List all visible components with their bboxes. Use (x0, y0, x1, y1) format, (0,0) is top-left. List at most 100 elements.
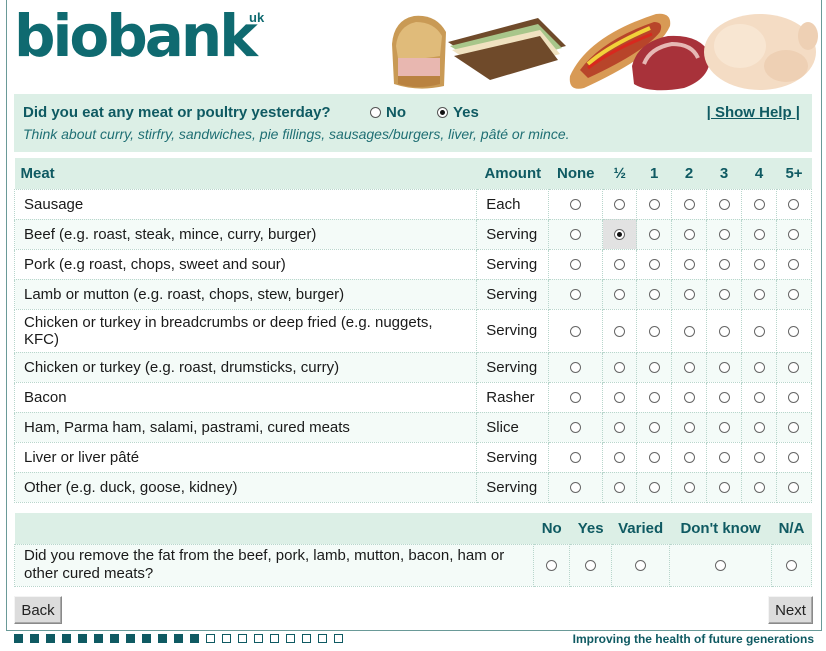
amount-radio[interactable] (683, 392, 695, 404)
amount-radio[interactable] (614, 392, 626, 404)
amount-radio[interactable] (718, 482, 730, 494)
amount-radio[interactable] (788, 199, 800, 211)
fat-radio-varied[interactable] (635, 560, 647, 572)
amount-radio[interactable] (788, 229, 800, 241)
amount-radio[interactable] (788, 362, 800, 374)
amount-radio[interactable] (718, 259, 730, 271)
amount-radio[interactable] (753, 199, 765, 211)
amount-radio[interactable] (718, 229, 730, 241)
amount-radio[interactable] (788, 482, 800, 494)
amount-radio[interactable] (570, 482, 582, 494)
amount-radio[interactable] (570, 199, 582, 211)
amount-radio[interactable] (788, 452, 800, 464)
amount-radio[interactable] (570, 392, 582, 404)
fat-radio-dont-know[interactable] (715, 560, 727, 572)
amount-radio[interactable] (718, 325, 730, 337)
amount-radio[interactable] (683, 229, 695, 241)
amount-cell (775, 471, 813, 503)
amount-cell (636, 218, 673, 250)
amount-cell (548, 441, 604, 473)
amount-radio[interactable] (570, 289, 582, 301)
amount-radio[interactable] (648, 422, 660, 434)
amount-radio[interactable] (788, 325, 800, 337)
table-row: Beef (e.g. roast, steak, mince, curry, b… (13, 218, 813, 250)
amount-radio[interactable] (683, 422, 695, 434)
amount-radio[interactable] (614, 452, 626, 464)
progress-step (190, 634, 199, 643)
amount-radio[interactable] (718, 392, 730, 404)
amount-radio[interactable] (570, 422, 582, 434)
amount-radio[interactable] (614, 199, 626, 211)
amount-radio[interactable] (718, 422, 730, 434)
amount-radio[interactable] (570, 259, 582, 271)
fat-question: Did you remove the fat from the beef, po… (13, 543, 535, 587)
option-yes-label: Yes (453, 104, 479, 121)
amount-radio[interactable] (648, 325, 660, 337)
amount-radio[interactable] (614, 289, 626, 301)
amount-radio[interactable] (753, 392, 765, 404)
amount-radio[interactable] (683, 362, 695, 374)
amount-radio[interactable] (648, 199, 660, 211)
radio-yes[interactable] (437, 107, 448, 118)
amount-radio[interactable] (718, 289, 730, 301)
meat-item: Sausage (13, 188, 478, 220)
option-no[interactable]: No (370, 104, 406, 121)
amount-radio[interactable] (648, 229, 660, 241)
amount-radio[interactable] (718, 199, 730, 211)
progress-step (206, 634, 215, 643)
amount-radio[interactable] (614, 325, 626, 337)
amount-radio[interactable] (788, 259, 800, 271)
amount-radio[interactable] (648, 452, 660, 464)
amount-radio[interactable] (788, 289, 800, 301)
next-button[interactable]: Next (768, 596, 813, 624)
amount-radio[interactable] (718, 452, 730, 464)
amount-radio[interactable] (753, 289, 765, 301)
amount-radio[interactable] (683, 325, 695, 337)
option-yes[interactable]: Yes (437, 104, 479, 121)
amount-radio[interactable] (614, 229, 626, 241)
fat-radio-no[interactable] (546, 560, 558, 572)
amount-radio[interactable] (614, 422, 626, 434)
header-varied: Varied (611, 513, 670, 544)
fat-radio-yes[interactable] (585, 560, 597, 572)
amount-radio[interactable] (753, 452, 765, 464)
amount-radio[interactable] (648, 482, 660, 494)
amount-radio[interactable] (648, 259, 660, 271)
amount-radio[interactable] (683, 199, 695, 211)
amount-radio[interactable] (753, 482, 765, 494)
fat-radio-na[interactable] (786, 560, 797, 572)
back-button[interactable]: Back (14, 596, 62, 624)
question-hint: Think about curry, stirfry, sandwiches, … (23, 126, 570, 142)
amount-radio[interactable] (788, 392, 800, 404)
amount-cell (548, 381, 604, 413)
amount-radio[interactable] (648, 362, 660, 374)
amount-cell (741, 441, 777, 473)
amount-radio[interactable] (753, 325, 765, 337)
header-1: 1 (636, 158, 672, 189)
amount-radio[interactable] (570, 325, 582, 337)
amount-radio[interactable] (614, 482, 626, 494)
amount-radio[interactable] (753, 229, 765, 241)
amount-radio[interactable] (753, 259, 765, 271)
amount-radio[interactable] (683, 452, 695, 464)
show-help-link[interactable]: | Show Help | (707, 104, 800, 121)
radio-no[interactable] (370, 107, 381, 118)
amount-radio[interactable] (683, 289, 695, 301)
amount-radio[interactable] (718, 362, 730, 374)
amount-radio[interactable] (788, 422, 800, 434)
amount-radio[interactable] (570, 362, 582, 374)
amount-cell (775, 188, 813, 220)
amount-radio[interactable] (570, 452, 582, 464)
amount-radio[interactable] (648, 392, 660, 404)
amount-radio[interactable] (753, 422, 765, 434)
amount-cell (775, 411, 813, 443)
amount-radio[interactable] (683, 259, 695, 271)
option-no-label: No (386, 104, 406, 121)
amount-radio[interactable] (648, 289, 660, 301)
amount-radio[interactable] (614, 259, 626, 271)
amount-cell (775, 351, 813, 383)
amount-radio[interactable] (683, 482, 695, 494)
amount-radio[interactable] (753, 362, 765, 374)
amount-radio[interactable] (614, 362, 626, 374)
amount-radio[interactable] (570, 229, 582, 241)
